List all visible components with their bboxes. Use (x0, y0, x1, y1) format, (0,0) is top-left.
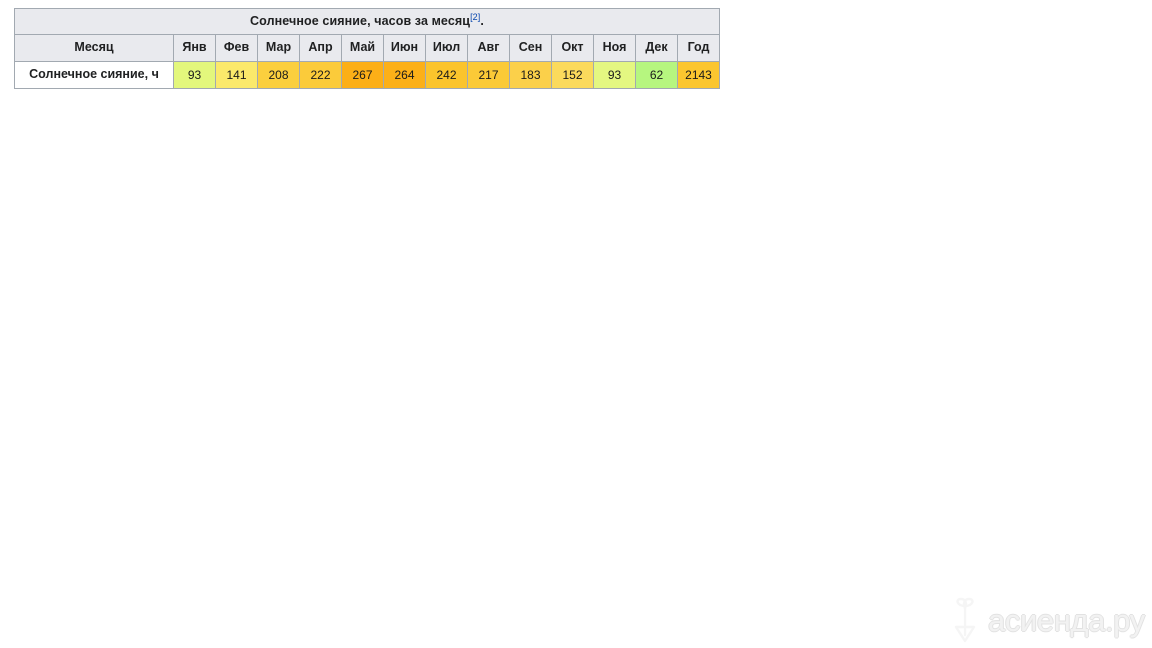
cell-oct: 152 (551, 61, 594, 89)
sprout-logo-icon (954, 597, 976, 643)
header-month-label: Месяц (14, 34, 174, 62)
header-col-nov: Ноя (593, 34, 636, 62)
reference-link-2[interactable]: [2] (470, 12, 480, 22)
cell-jan: 93 (173, 61, 216, 89)
header-col-sep: Сен (509, 34, 552, 62)
header-col-may: Май (341, 34, 384, 62)
header-col-mar: Мар (257, 34, 300, 62)
cell-year: 2143 (677, 61, 720, 89)
header-col-feb: Фев (215, 34, 258, 62)
header-col-dec: Дек (635, 34, 678, 62)
header-col-jun: Июн (383, 34, 426, 62)
site-watermark: асиенда.ру (948, 596, 1145, 644)
header-col-jul: Июл (425, 34, 468, 62)
table-title-text: Солнечное сияние, часов за месяц (250, 13, 471, 28)
sunshine-table: Солнечное сияние, часов за месяц[2]. Мес… (14, 8, 720, 89)
table-title-row: Солнечное сияние, часов за месяц[2]. (14, 8, 720, 35)
cell-apr: 222 (299, 61, 342, 89)
cell-sep: 183 (509, 61, 552, 89)
header-col-oct: Окт (551, 34, 594, 62)
header-col-year: Год (677, 34, 720, 62)
table-title-suffix: . (480, 13, 484, 28)
watermark-text: асиенда.ру (988, 602, 1145, 638)
cell-nov: 93 (593, 61, 636, 89)
header-col-aug: Авг (467, 34, 510, 62)
row-label-sunshine: Солнечное сияние, ч (14, 61, 174, 89)
table-title-cell: Солнечное сияние, часов за месяц[2]. (14, 8, 720, 35)
cell-aug: 217 (467, 61, 510, 89)
header-col-apr: Апр (299, 34, 342, 62)
cell-feb: 141 (215, 61, 258, 89)
header-col-jan: Янв (173, 34, 216, 62)
cell-jul: 242 (425, 61, 468, 89)
table-row: Солнечное сияние, ч 93 141 208 222 267 2… (14, 61, 720, 89)
cell-mar: 208 (257, 61, 300, 89)
table-header-row: Месяц Янв Фев Мар Апр Май Июн Июл Авг Се… (14, 34, 720, 62)
climate-table-container: Солнечное сияние, часов за месяц[2]. Мес… (14, 8, 720, 89)
cell-jun: 264 (383, 61, 426, 89)
cell-may: 267 (341, 61, 384, 89)
cell-dec: 62 (635, 61, 678, 89)
